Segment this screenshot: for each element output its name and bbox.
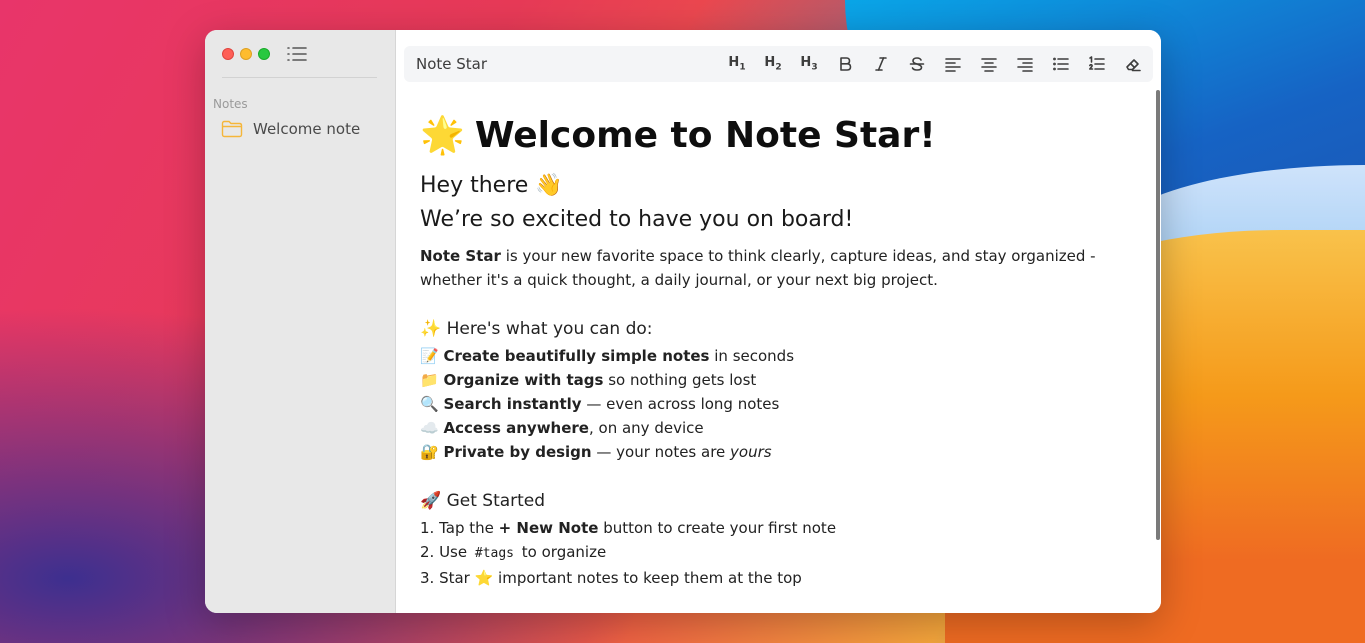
intro-paragraph: Note Star is your new favorite space to …	[420, 244, 1135, 292]
get-started-heading: 🚀 Get Started	[420, 491, 546, 511]
list-item: 2. Use #tags to organize	[420, 540, 1137, 566]
features-list: 📝 Create beautifully simple notes in sec…	[420, 344, 1137, 464]
features-heading: ✨ Here's what you can do:	[420, 319, 653, 339]
feature-text: so nothing gets lost	[603, 371, 757, 389]
feature-text: — your notes are	[591, 443, 731, 461]
sidebar-section-label: Notes	[213, 97, 248, 111]
heading-3-icon: H3	[800, 55, 818, 73]
app-window: Notes Welcome note Note Star H1 H2 H3 🌟 …	[205, 30, 1161, 613]
step-bold: + New Note	[498, 519, 599, 537]
heading-2-button[interactable]: H2	[759, 50, 787, 78]
align-left-button[interactable]	[939, 50, 967, 78]
heading-1-icon: H1	[728, 55, 746, 73]
feature-bold: Create beautifully simple notes	[443, 347, 710, 365]
feature-bold: Access anywhere	[443, 419, 589, 437]
sidebar-divider	[222, 77, 377, 78]
bold-icon	[840, 57, 852, 71]
bullet-list-icon	[1053, 57, 1069, 71]
feature-bold: Organize with tags	[443, 371, 604, 389]
align-right-icon	[1017, 58, 1033, 72]
list-view-icon[interactable]	[287, 46, 307, 62]
bold-button[interactable]	[831, 50, 859, 78]
toolbar-buttons: H1 H2 H3	[723, 50, 1147, 78]
align-right-button[interactable]	[1011, 50, 1039, 78]
note-title: Note Star	[416, 55, 488, 73]
sidebar: Notes Welcome note	[205, 30, 396, 613]
magnifier-emoji-icon: 🔍	[420, 395, 439, 413]
list-item: 🔐 Private by design — your notes are you…	[420, 440, 1137, 464]
heading-3-button[interactable]: H3	[795, 50, 823, 78]
numbered-list-icon	[1089, 56, 1105, 70]
strikethrough-icon	[909, 57, 925, 71]
window-controls	[222, 48, 270, 60]
list-item: 3. Star ⭐ important notes to keep them a…	[420, 566, 1137, 590]
clear-format-button[interactable]	[1119, 50, 1147, 78]
feature-text: — even across long notes	[581, 395, 780, 413]
main-pane: Note Star H1 H2 H3 🌟 Welcome to Note Sta…	[396, 30, 1161, 613]
steps-list: 1. Tap the + New Note button to create y…	[420, 516, 1137, 590]
formatting-toolbar: Note Star H1 H2 H3	[404, 46, 1153, 82]
close-window-button[interactable]	[222, 48, 234, 60]
feature-bold: Private by design	[443, 443, 592, 461]
list-item: 📝 Create beautifully simple notes in sec…	[420, 344, 1137, 368]
feature-text: in seconds	[709, 347, 795, 365]
align-center-button[interactable]	[975, 50, 1003, 78]
memo-emoji-icon: 📝	[420, 347, 439, 365]
feature-text: , on any device	[588, 419, 704, 437]
maximize-window-button[interactable]	[258, 48, 270, 60]
folder-icon	[221, 120, 243, 138]
note-heading: 🌟 Welcome to Note Star!	[420, 114, 1137, 158]
numbered-list-button[interactable]	[1083, 50, 1111, 78]
bullet-list-button[interactable]	[1047, 50, 1075, 78]
intro-bold: Note Star	[420, 247, 501, 265]
folder-emoji-icon: 📁	[420, 371, 439, 389]
star-emoji-icon: 🌟	[420, 115, 465, 156]
step-text: 3. Star ⭐ important notes to keep them a…	[420, 569, 802, 587]
list-item: 📁 Organize with tags so nothing gets los…	[420, 368, 1137, 392]
note-editor[interactable]: 🌟 Welcome to Note Star! Hey there 👋 We’r…	[420, 114, 1137, 613]
list-item: ☁️ Access anywhere, on any device	[420, 416, 1137, 440]
italic-button[interactable]	[867, 50, 895, 78]
intro-text: is your new favorite space to think clea…	[420, 247, 1096, 289]
align-center-icon	[981, 58, 997, 72]
step-text: 1. Tap the	[420, 519, 499, 537]
step-text: 2. Use	[420, 543, 472, 561]
lock-emoji-icon: 🔐	[420, 443, 439, 461]
subtitle-heading: We’re so excited to have you on board!	[420, 207, 854, 232]
cloud-emoji-icon: ☁️	[420, 419, 439, 437]
step-text: to organize	[517, 543, 607, 561]
sidebar-item-welcome-note[interactable]: Welcome note	[221, 120, 360, 138]
editor-scrollbar[interactable]	[1156, 90, 1160, 540]
heading-2-icon: H2	[764, 55, 782, 73]
strikethrough-button[interactable]	[903, 50, 931, 78]
minimize-window-button[interactable]	[240, 48, 252, 60]
heading-1-button[interactable]: H1	[723, 50, 751, 78]
italic-icon	[875, 57, 887, 71]
sidebar-item-label: Welcome note	[253, 120, 361, 138]
list-item: 1. Tap the + New Note button to create y…	[420, 516, 1137, 540]
align-left-icon	[945, 58, 961, 72]
feature-italic: yours	[730, 443, 772, 461]
greeting-heading: Hey there 👋	[420, 173, 563, 198]
eraser-icon	[1126, 59, 1141, 72]
step-text: button to create your first note	[598, 519, 837, 537]
feature-bold: Search instantly	[443, 395, 582, 413]
note-heading-text: Welcome to Note Star!	[474, 115, 936, 156]
list-item: 🔍 Search instantly — even across long no…	[420, 392, 1137, 416]
inline-code: #tags	[474, 546, 515, 561]
